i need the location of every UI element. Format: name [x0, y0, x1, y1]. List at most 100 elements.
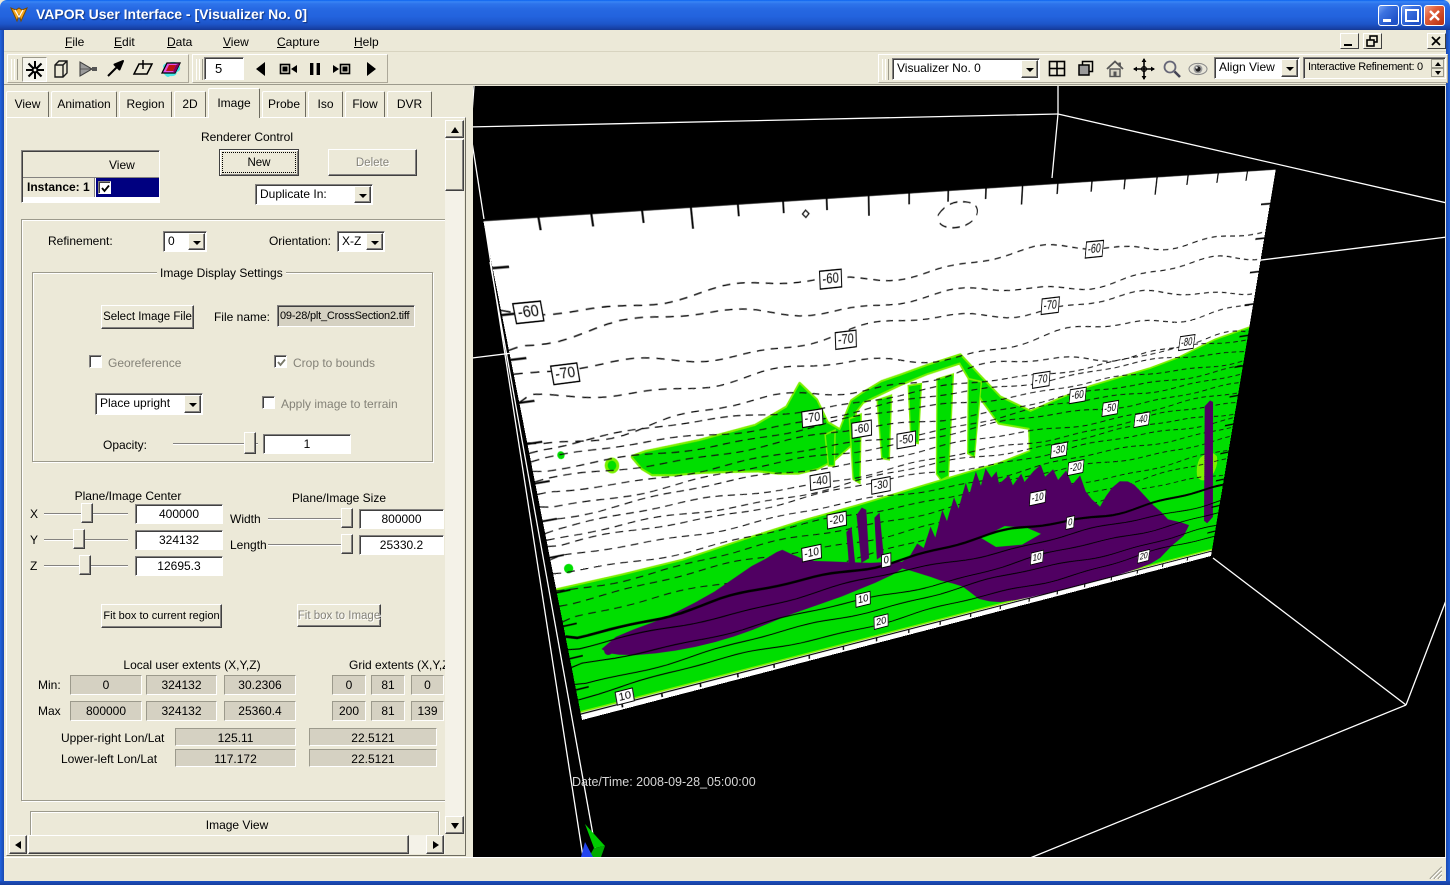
fit-box-region-button[interactable]: Fit box to current region — [101, 604, 222, 628]
vscroll-down-button[interactable] — [445, 816, 464, 834]
home-view-button[interactable] — [1103, 57, 1128, 82]
spin-down-button[interactable] — [1431, 68, 1444, 77]
visualizer-select[interactable]: Visualizer No. 0 — [892, 58, 1040, 80]
hscroll-right-button[interactable] — [426, 835, 444, 854]
interactive-refinement-spinbox[interactable]: Interactive Refinement: 0 — [1303, 57, 1446, 79]
instance-view-checkbox[interactable] — [98, 181, 111, 194]
step-forward-button[interactable] — [330, 57, 355, 82]
frame-counter-field[interactable]: 5 — [204, 57, 244, 80]
file-name-field[interactable]: 09-28/plt_CrossSection2.tiff — [277, 305, 415, 327]
translate-mode-button[interactable] — [103, 57, 128, 82]
tab-flow[interactable]: Flow — [345, 91, 385, 117]
spin-up-button[interactable] — [1431, 59, 1444, 68]
menu-file[interactable]: File — [59, 33, 90, 50]
visualizer-select-arrow-icon[interactable] — [1021, 60, 1038, 78]
opacity-value-field[interactable]: 1 — [263, 434, 351, 454]
tab-2d[interactable]: 2D — [174, 91, 206, 117]
width-slider-handle[interactable] — [341, 508, 353, 528]
maximize-button[interactable] — [1401, 5, 1422, 26]
z-value-field[interactable]: 12695.3 — [135, 556, 223, 576]
navigation-mode-button[interactable] — [22, 57, 47, 82]
align-view-arrow-icon[interactable] — [1281, 59, 1298, 77]
menu-help[interactable]: Help — [348, 33, 385, 50]
tab-animation[interactable]: Animation — [51, 91, 117, 117]
tab-probe[interactable]: Probe — [262, 91, 306, 117]
tab-iso[interactable]: Iso — [308, 91, 343, 117]
z-slider-handle[interactable] — [79, 555, 91, 575]
frame-counter-value: 5 — [215, 61, 222, 76]
tile-windows-button[interactable] — [1045, 57, 1070, 82]
new-instance-button[interactable]: New — [219, 149, 299, 176]
y-slider-handle[interactable] — [73, 529, 85, 549]
panel-vscrollbar-track[interactable] — [445, 120, 464, 834]
toolbar-grip[interactable] — [195, 59, 202, 80]
x-slider-handle[interactable] — [81, 503, 93, 523]
instance-view-cell[interactable] — [96, 178, 159, 197]
placement-select[interactable]: Place upright — [95, 393, 203, 415]
crop-to-bounds-checkbox[interactable] — [274, 355, 287, 368]
hscroll-left-button[interactable] — [9, 835, 27, 854]
menu-view[interactable]: View — [217, 33, 255, 50]
orientation-select[interactable]: X-Z — [337, 231, 385, 252]
georeference-checkbox[interactable] — [89, 355, 102, 368]
play-forward-button[interactable] — [359, 57, 384, 82]
rake-mode-button[interactable] — [76, 57, 101, 82]
menu-data[interactable]: Data — [161, 33, 198, 50]
mdi-minimize-button[interactable] — [1340, 33, 1359, 49]
window-frame-right — [1446, 30, 1450, 881]
length-value-field[interactable]: 25330.2 — [359, 535, 444, 555]
fit-box-image-button[interactable]: Fit box to Image — [297, 604, 381, 627]
menu-edit[interactable]: Edit — [108, 33, 141, 50]
duplicate-in-arrow-icon[interactable] — [354, 186, 371, 203]
width-value-field[interactable]: 800000 — [359, 509, 444, 529]
animation-toolbar: 5 — [192, 54, 388, 83]
minimize-button[interactable] — [1378, 5, 1399, 26]
select-image-file-button[interactable]: Select Image File — [101, 305, 194, 329]
orientation-arrow-icon[interactable] — [366, 233, 383, 250]
opacity-slider-handle[interactable] — [244, 432, 256, 454]
close-button[interactable] — [1424, 5, 1445, 26]
mdi-close-button[interactable] — [1427, 33, 1446, 49]
placement-value: Place upright — [100, 396, 170, 410]
image-mode-button[interactable] — [159, 57, 184, 82]
apply-terrain-checkbox[interactable] — [262, 396, 275, 409]
duplicate-in-select[interactable]: Duplicate In: — [255, 184, 373, 205]
vizfeature-toolbar: Visualizer No. 0 — [878, 54, 1448, 83]
vscroll-up-button[interactable] — [445, 120, 464, 138]
menu-capture[interactable]: Capture — [271, 33, 326, 50]
delete-instance-button[interactable]: Delete — [328, 149, 417, 176]
center-view-button[interactable] — [1132, 57, 1157, 82]
zoom-button[interactable] — [1160, 57, 1185, 82]
toolbar-grip[interactable] — [881, 59, 888, 80]
y-value-field[interactable]: 324132 — [135, 530, 223, 550]
visibility-eye-button[interactable] — [1186, 57, 1211, 82]
placement-arrow-icon[interactable] — [184, 395, 201, 413]
vscroll-thumb[interactable] — [445, 139, 464, 191]
max-grid-z-cell: 139 — [411, 701, 444, 721]
length-slider-handle[interactable] — [341, 534, 353, 554]
resize-grip-icon[interactable] — [1428, 865, 1442, 879]
region-mode-button[interactable] — [49, 57, 74, 82]
tab-view[interactable]: View — [6, 91, 49, 117]
refinement-select[interactable]: 0 — [163, 231, 207, 252]
refinement-value: 0 — [168, 234, 175, 248]
refinement-arrow-icon[interactable] — [188, 233, 205, 250]
mdi-restore-button[interactable] — [1363, 33, 1382, 49]
align-view-select[interactable]: Align View — [1214, 57, 1300, 79]
play-reverse-button[interactable] — [249, 57, 274, 82]
datetime-annotation: Date/Time: 2008-09-28_05:00:00 — [572, 775, 756, 789]
tab-dvr[interactable]: DVR — [387, 91, 432, 117]
probe-mode-button[interactable] — [131, 57, 156, 82]
title-bar: VAPOR User Interface - [Visualizer No. 0… — [0, 0, 1450, 30]
cascade-windows-button[interactable] — [1074, 57, 1099, 82]
domain-wireframe-front — [473, 86, 1445, 857]
x-value-field[interactable]: 400000 — [135, 504, 223, 524]
step-back-button[interactable] — [276, 57, 301, 82]
pause-button[interactable] — [303, 57, 328, 82]
tab-region[interactable]: Region — [119, 91, 172, 117]
toolbar-grip[interactable] — [10, 59, 17, 80]
tab-image[interactable]: Image — [208, 88, 260, 118]
window-frame-left — [0, 30, 4, 881]
hscroll-thumb[interactable] — [28, 835, 409, 854]
visualizer-3d-viewport[interactable]: -60-60-60-70-70-70-80-70-60-50-40-70-60-… — [473, 86, 1445, 857]
